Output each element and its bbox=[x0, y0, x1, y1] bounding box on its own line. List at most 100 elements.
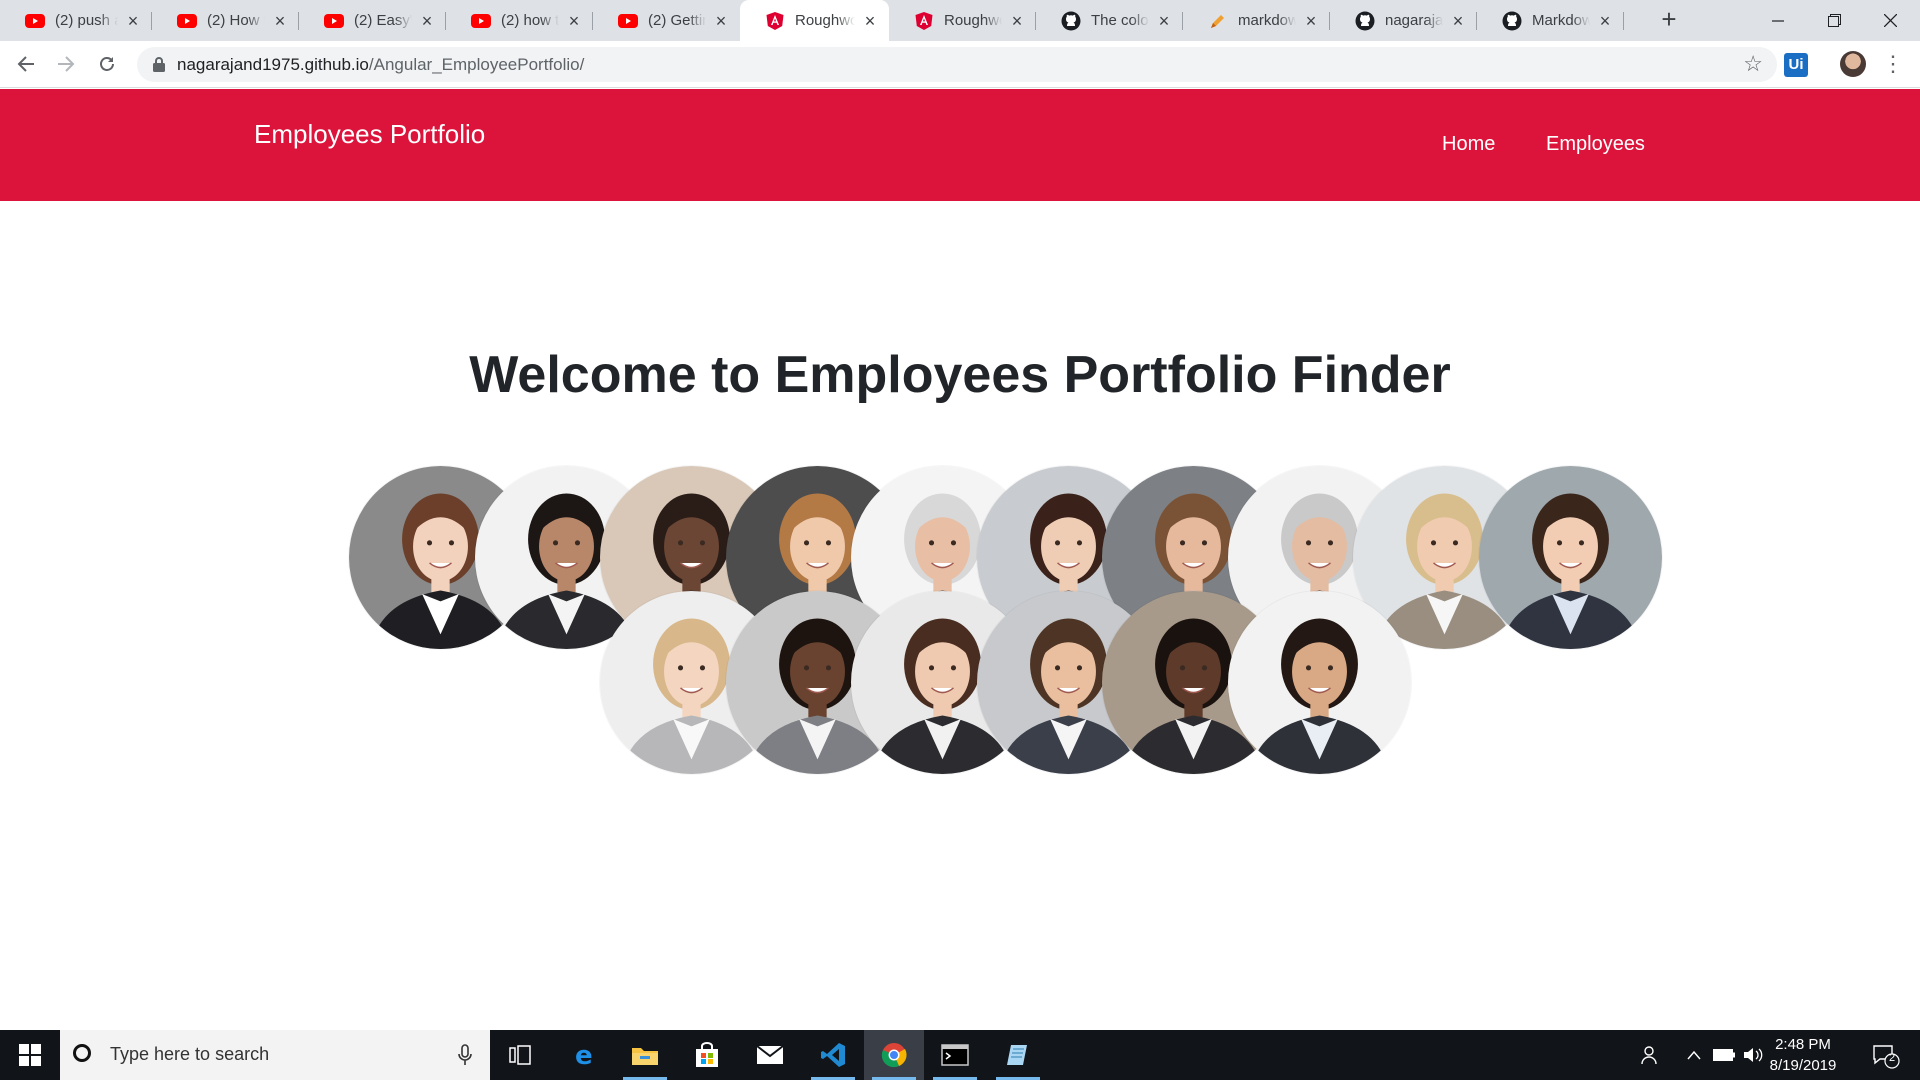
chevron-up-icon[interactable] bbox=[1682, 1030, 1706, 1080]
new-tab-button[interactable]: + bbox=[1655, 6, 1683, 34]
clock-time: 2:48 PM bbox=[1775, 1036, 1831, 1053]
close-tab-icon[interactable]: × bbox=[1155, 12, 1173, 30]
microphone-icon[interactable] bbox=[458, 1044, 472, 1066]
tab-title: (2) push a bbox=[55, 12, 118, 29]
taskbar-clock[interactable]: 2:48 PM 8/19/2019 bbox=[1758, 1034, 1848, 1076]
close-tab-icon[interactable]: × bbox=[712, 12, 730, 30]
tab-title: Roughwor bbox=[795, 12, 855, 29]
start-button[interactable] bbox=[0, 1030, 60, 1080]
terminal-icon[interactable] bbox=[925, 1030, 985, 1080]
close-tab-icon[interactable]: × bbox=[1008, 12, 1026, 30]
tab-title: (2) how to bbox=[501, 12, 559, 29]
arrow-right-icon bbox=[58, 56, 75, 72]
edge-icon[interactable]: e bbox=[555, 1030, 615, 1080]
url-text: nagarajand1975.github.io/Angular_Employe… bbox=[177, 55, 584, 75]
battery-icon[interactable] bbox=[1710, 1030, 1738, 1080]
youtube-icon bbox=[324, 11, 344, 31]
browser-tab[interactable]: The color × bbox=[1036, 0, 1183, 41]
restore-icon bbox=[1827, 14, 1841, 27]
clock-date: 8/19/2019 bbox=[1769, 1057, 1837, 1074]
address-bar[interactable]: nagarajand1975.github.io/Angular_Employe… bbox=[137, 47, 1777, 82]
close-tab-icon[interactable]: × bbox=[1596, 12, 1614, 30]
close-window-button[interactable] bbox=[1862, 0, 1918, 41]
notification-count: 2 bbox=[1888, 1052, 1896, 1064]
angular-icon bbox=[765, 11, 785, 31]
task-view-icon[interactable] bbox=[490, 1030, 550, 1080]
profile-avatar[interactable] bbox=[1840, 51, 1866, 77]
browser-tab[interactable]: (2) Getting × bbox=[593, 0, 740, 41]
youtube-icon bbox=[618, 11, 638, 31]
svg-text:e: e bbox=[575, 1042, 593, 1068]
chrome-icon[interactable] bbox=[864, 1030, 924, 1080]
tab-title: (2) Getting bbox=[648, 12, 706, 29]
browser-tab[interactable]: (2) how to × bbox=[446, 0, 593, 41]
site-navbar: Employees Portfolio Home Employees bbox=[0, 89, 1920, 201]
youtube-icon bbox=[25, 11, 45, 31]
tab-title: (2) How to bbox=[207, 12, 265, 29]
tab-title: Markdowr bbox=[1532, 12, 1590, 29]
minimize-icon bbox=[1772, 19, 1784, 22]
close-tab-icon[interactable]: × bbox=[565, 12, 583, 30]
mail-icon[interactable] bbox=[740, 1030, 800, 1080]
close-icon bbox=[1883, 14, 1897, 27]
tab-separator bbox=[1623, 12, 1624, 30]
pen-icon bbox=[1208, 11, 1228, 31]
youtube-icon bbox=[471, 11, 491, 31]
github-icon bbox=[1061, 11, 1081, 31]
close-tab-icon[interactable]: × bbox=[124, 12, 142, 30]
browser-tab-strip: (2) push a×(2) How to×(2) EasyW×(2) how … bbox=[0, 0, 1920, 41]
browser-tab[interactable]: Roughwor × bbox=[740, 0, 889, 41]
close-tab-icon[interactable]: × bbox=[861, 12, 879, 30]
browser-menu-icon[interactable]: ⋮ bbox=[1880, 51, 1906, 77]
restore-button[interactable] bbox=[1806, 0, 1862, 41]
close-tab-icon[interactable]: × bbox=[418, 12, 436, 30]
tab-title: (2) EasyW bbox=[354, 12, 412, 29]
file-explorer-icon[interactable] bbox=[615, 1030, 675, 1080]
page-heading: Welcome to Employees Portfolio Finder bbox=[469, 346, 1451, 404]
vscode-icon[interactable] bbox=[803, 1030, 863, 1080]
windows-logo-icon bbox=[19, 1044, 41, 1066]
browser-tab[interactable]: (2) EasyW × bbox=[299, 0, 446, 41]
search-placeholder: Type here to search bbox=[110, 1044, 270, 1064]
browser-tab[interactable]: (2) push a × bbox=[0, 0, 152, 41]
employee-portrait-16[interactable] bbox=[1228, 591, 1411, 774]
nav-link-employees[interactable]: Employees bbox=[1546, 133, 1645, 156]
uipath-extension-icon[interactable]: Ui bbox=[1784, 53, 1808, 77]
tab-title: nagarajan bbox=[1385, 12, 1443, 29]
minimize-button[interactable] bbox=[1750, 0, 1806, 41]
github-icon bbox=[1502, 11, 1522, 31]
action-center-button[interactable]: 2 bbox=[1870, 1040, 1900, 1070]
nav-link-home[interactable]: Home bbox=[1442, 133, 1495, 156]
github-icon bbox=[1355, 11, 1375, 31]
back-button[interactable] bbox=[12, 50, 40, 78]
url-path: /Angular_EmployeePortfolio/ bbox=[368, 55, 585, 74]
notepad-icon[interactable] bbox=[988, 1030, 1048, 1080]
forward-button[interactable] bbox=[52, 50, 80, 78]
bookmark-star-icon[interactable]: ☆ bbox=[1743, 53, 1763, 75]
close-tab-icon[interactable]: × bbox=[1302, 12, 1320, 30]
lock-icon bbox=[153, 57, 165, 72]
browser-tab[interactable]: markdowr × bbox=[1183, 0, 1330, 41]
browser-tab[interactable]: Roughwor × bbox=[889, 0, 1036, 41]
taskbar-search-box[interactable]: Type here to search bbox=[60, 1030, 490, 1080]
close-tab-icon[interactable]: × bbox=[271, 12, 289, 30]
reload-icon bbox=[100, 57, 114, 71]
browser-toolbar: nagarajand1975.github.io/Angular_Employe… bbox=[0, 41, 1920, 88]
arrow-left-icon bbox=[17, 56, 34, 72]
site-brand[interactable]: Employees Portfolio bbox=[254, 119, 485, 150]
browser-tab[interactable]: Markdowr × bbox=[1477, 0, 1624, 41]
close-tab-icon[interactable]: × bbox=[1449, 12, 1467, 30]
employee-portrait-10[interactable] bbox=[1479, 466, 1662, 649]
reload-button[interactable] bbox=[93, 50, 121, 78]
cortana-icon bbox=[73, 1044, 91, 1062]
windows-taskbar: Type here to search e 2:48 PM 8/19/2019 … bbox=[0, 1030, 1920, 1080]
people-icon[interactable] bbox=[1636, 1030, 1666, 1080]
store-icon[interactable] bbox=[677, 1030, 737, 1080]
tab-title: The color bbox=[1091, 12, 1149, 29]
browser-tab[interactable]: (2) How to × bbox=[152, 0, 299, 41]
browser-tab[interactable]: nagarajan × bbox=[1330, 0, 1477, 41]
tab-title: markdowr bbox=[1238, 12, 1296, 29]
youtube-icon bbox=[177, 11, 197, 31]
tab-title: Roughwor bbox=[944, 12, 1002, 29]
url-host: nagarajand1975.github.io bbox=[177, 55, 369, 74]
